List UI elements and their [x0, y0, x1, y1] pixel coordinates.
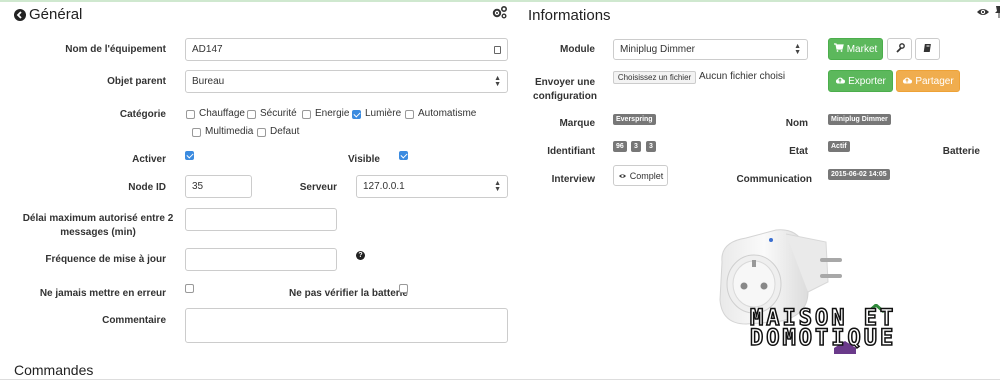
category-checkbox[interactable] — [302, 110, 311, 119]
complete-label: Complet — [629, 170, 664, 181]
commands-title: Commandes — [14, 362, 94, 378]
interview-label: Interview — [551, 174, 595, 185]
category-label-text: Chauffage — [199, 108, 245, 119]
identifier-badge-3: 3 — [646, 141, 656, 152]
category-label-text: Energie — [315, 108, 350, 119]
cloud-upload-icon — [902, 76, 913, 87]
parent-object-label: Objet parent — [107, 76, 166, 87]
back-icon[interactable] — [14, 9, 26, 21]
select-arrows-icon: ▲ ▼ — [794, 42, 801, 56]
top-border — [0, 0, 1000, 2]
file-status: Aucun fichier choisi — [699, 71, 786, 82]
category-label-text: Multimedia — [205, 126, 254, 137]
delay-input[interactable] — [185, 208, 337, 231]
cloud-upload-icon — [835, 76, 846, 87]
documentation-button[interactable] — [915, 38, 940, 60]
general-title: Général — [29, 6, 83, 23]
identifier-badge-2: 3 — [631, 141, 641, 152]
equipment-name-label: Nom de l'équipement — [65, 44, 166, 55]
name-label: Nom — [785, 118, 808, 129]
module-label: Module — [560, 44, 595, 55]
book-icon — [923, 43, 933, 56]
share-label: Partager — [915, 75, 954, 87]
category-checkbox[interactable] — [257, 128, 266, 137]
logo-line-2: DOMOTIQUE — [749, 325, 897, 352]
node-id-value: 35 — [192, 181, 204, 192]
state-label: Etat — [789, 146, 808, 157]
category-label-text: Defaut — [270, 126, 300, 137]
cart-icon — [833, 43, 844, 55]
module-select[interactable]: Miniplug Dimmer ▲ ▼ — [613, 39, 808, 60]
category-label: Catégorie — [119, 109, 166, 120]
communication-badge: 2015-06-02 14:05 — [828, 169, 890, 180]
module-value: Miniplug Dimmer — [620, 44, 696, 55]
category-checkbox[interactable] — [186, 110, 195, 119]
node-id-label: Node ID — [128, 182, 166, 193]
never-error-checkbox[interactable] — [185, 284, 194, 293]
eye-icon[interactable] — [976, 7, 990, 20]
equipment-name-value: AD147 — [192, 44, 223, 55]
server-select[interactable]: 127.0.0.1 ▲ ▼ — [356, 175, 508, 198]
market-label: Market — [846, 43, 878, 55]
parent-object-select[interactable]: Bureau ▲ ▼ — [185, 70, 508, 93]
server-label: Serveur — [299, 182, 337, 193]
brand-badge: Everspring — [613, 114, 656, 125]
maison-et-domotique-logo: MAISON ET DOMOTIQUE — [749, 304, 960, 354]
delay-label: Délai maximum autorisé entre 2 messages … — [22, 213, 174, 238]
choose-file-button[interactable]: Choisissez un fichier — [613, 71, 696, 84]
name-badge: Miniplug Dimmer — [828, 114, 891, 125]
category-checkbox[interactable] — [352, 110, 361, 119]
identifier-badge-1: 96 — [613, 141, 627, 152]
export-label: Exporter — [848, 75, 886, 87]
category-checkbox[interactable] — [247, 110, 256, 119]
input-menu-icon — [494, 45, 501, 54]
complete-interview-button[interactable]: Complet — [613, 165, 668, 186]
send-config-label: Envoyer une configuration — [533, 77, 597, 102]
no-battery-check-checkbox[interactable] — [399, 284, 408, 293]
wrench-icon — [895, 42, 905, 56]
visible-checkbox[interactable] — [399, 151, 408, 160]
visible-label: Visible — [347, 154, 380, 165]
battery-label: Batterie — [942, 146, 980, 157]
identifier-label: Identifiant — [547, 146, 595, 157]
activate-label: Activer — [132, 154, 166, 165]
communication-label: Communication — [736, 174, 812, 185]
category-label-text: Lumière — [365, 108, 402, 119]
category-checkbox[interactable] — [405, 110, 414, 119]
select-arrows-icon: ▲ ▼ — [494, 74, 501, 88]
choose-file-label: Choisissez un fichier — [617, 73, 692, 82]
pin-icon[interactable] — [993, 5, 1000, 18]
equipment-name-input[interactable]: AD147 — [185, 38, 508, 61]
informations-title: Informations — [528, 7, 611, 24]
configure-button[interactable] — [887, 38, 912, 60]
category-label-text: Sécurité — [260, 108, 297, 119]
activate-checkbox[interactable] — [185, 151, 194, 160]
eye-icon — [618, 171, 627, 181]
node-id-input[interactable]: 35 — [185, 175, 252, 198]
comment-textarea[interactable] — [185, 308, 508, 343]
export-button[interactable]: Exporter — [828, 70, 893, 92]
help-icon[interactable]: ? — [356, 251, 365, 260]
category-checkbox[interactable] — [192, 128, 201, 137]
bottom-border — [0, 379, 1000, 380]
brand-label: Marque — [559, 118, 595, 129]
state-badge: Actif — [828, 141, 850, 152]
share-button[interactable]: Partager — [896, 70, 960, 92]
parent-object-value: Bureau — [192, 76, 225, 87]
category-label-text: Automatisme — [418, 108, 477, 119]
market-button[interactable]: Market — [828, 38, 883, 60]
never-error-label: Ne jamais mettre en erreur — [39, 288, 166, 299]
frequency-input[interactable] — [185, 248, 337, 271]
comment-label: Commentaire — [102, 315, 166, 326]
server-value: 127.0.0.1 — [363, 181, 405, 192]
gears-icon[interactable] — [492, 5, 508, 22]
frequency-label: Fréquence de mise à jour — [45, 254, 166, 265]
no-battery-check-label: Ne pas vérifier la batterie — [289, 288, 408, 299]
select-arrows-icon: ▲ ▼ — [494, 179, 501, 193]
